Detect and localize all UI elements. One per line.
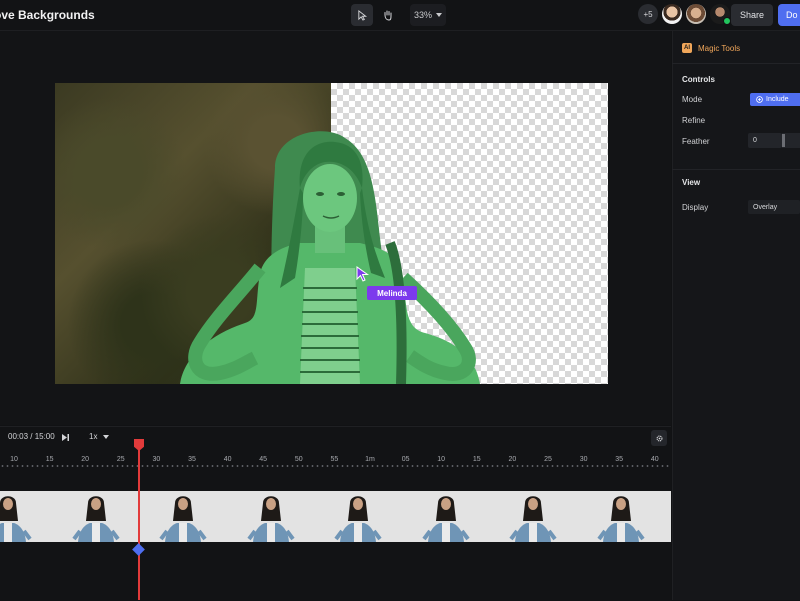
- magic-tools-label: Magic Tools: [698, 43, 741, 53]
- feather-label: Feather: [682, 137, 710, 146]
- track-frame-thumbnail: [328, 491, 388, 542]
- collaborator-cursor-icon: [356, 266, 370, 282]
- done-button[interactable]: Do: [778, 4, 800, 26]
- collaborator-cursor-label: Melinda: [367, 286, 417, 300]
- include-mode-label: Include: [766, 96, 789, 103]
- ruler-tick-label: 40: [223, 456, 232, 463]
- ruler-ticks: [0, 465, 671, 467]
- track-frame-thumbnail: [503, 491, 563, 542]
- playback-speed-dropdown[interactable]: 1x: [89, 432, 109, 441]
- track-frame-thumbnail: [416, 491, 476, 542]
- ruler-tick-label: 10: [437, 456, 446, 463]
- magic-tools-header[interactable]: AI Magic Tools: [682, 43, 740, 53]
- controls-heading: Controls: [682, 75, 715, 84]
- divider: [672, 63, 800, 64]
- time-readout: 00:03 / 15:00: [8, 432, 55, 441]
- plus-circle-icon: [756, 96, 763, 103]
- time-value: 00:03 / 15:00: [8, 432, 55, 441]
- ruler-tick-label: 25: [116, 456, 125, 463]
- pointer-tool-button[interactable]: [351, 4, 373, 26]
- share-button[interactable]: Share: [731, 4, 773, 26]
- skip-to-end-icon[interactable]: [61, 433, 70, 442]
- track-frame-thumbnail: [0, 491, 38, 542]
- video-stage[interactable]: [55, 83, 608, 384]
- gear-icon: [656, 435, 662, 441]
- feather-slider-handle[interactable]: [782, 134, 785, 147]
- ruler-tick-label: 40: [650, 456, 659, 463]
- timeline-settings-button[interactable]: [651, 430, 667, 446]
- mode-label: Mode: [682, 95, 703, 104]
- ruler-tick-label: 30: [152, 456, 161, 463]
- include-mode-button[interactable]: Include: [750, 93, 800, 106]
- playhead-line[interactable]: [138, 447, 140, 600]
- more-collaborators-badge[interactable]: +5: [638, 4, 658, 24]
- ruler-tick-label: 20: [508, 456, 517, 463]
- speed-value: 1x: [89, 432, 98, 441]
- online-indicator: [723, 17, 731, 25]
- display-select[interactable]: Overlay: [748, 200, 800, 214]
- avatar[interactable]: [710, 4, 731, 25]
- timeline-ruler[interactable]: 10 15 20 25 30 35 40 45 50 55 1m 05 10 15 20 25 30 35 40: [0, 452, 671, 472]
- ruler-tick-label: 20: [81, 456, 90, 463]
- display-label: Display: [682, 203, 709, 212]
- collaborator-avatars: +5: [638, 4, 734, 26]
- track-frame-thumbnail: [591, 491, 651, 542]
- zoom-dropdown[interactable]: 33%: [410, 4, 446, 26]
- hand-tool-button[interactable]: [377, 4, 399, 26]
- ruler-tick-label: 10: [10, 456, 18, 463]
- tool-group: [351, 4, 403, 26]
- avatar[interactable]: [686, 4, 706, 24]
- track-frame-thumbnail: [153, 491, 213, 542]
- ruler-tick-label: 45: [259, 456, 268, 463]
- refine-label: Refine: [682, 116, 706, 125]
- ruler-tick-label: 50: [294, 456, 303, 463]
- chevron-down-icon: [102, 435, 109, 439]
- zoom-value: 33%: [413, 10, 432, 20]
- ruler-tick-label: 35: [188, 456, 196, 463]
- pointer-icon: [357, 9, 367, 21]
- ruler-tick-label: 30: [579, 456, 588, 463]
- ruler-tick-label: 1m: [365, 456, 375, 463]
- ruler-tick-label: 25: [544, 456, 552, 463]
- feather-input[interactable]: 0: [748, 133, 782, 148]
- view-heading: View: [682, 178, 701, 187]
- video-track[interactable]: [0, 491, 671, 542]
- ruler-tick-label: 05: [401, 456, 410, 463]
- ruler-tick-label: 15: [45, 456, 54, 463]
- ai-icon: AI: [682, 43, 692, 53]
- chevron-down-icon: [436, 13, 442, 17]
- ruler-tick-label: 15: [472, 456, 481, 463]
- subject-mask-overlay: [180, 131, 480, 384]
- track-frame-thumbnail: [66, 491, 126, 542]
- ruler-tick-label: 35: [615, 456, 624, 463]
- avatar[interactable]: [662, 4, 682, 24]
- ruler-tick-label: 55: [330, 456, 339, 463]
- divider: [672, 169, 800, 170]
- project-title: ove Backgrounds: [0, 8, 95, 22]
- hand-icon: [384, 10, 392, 21]
- track-frame-thumbnail: [241, 491, 301, 542]
